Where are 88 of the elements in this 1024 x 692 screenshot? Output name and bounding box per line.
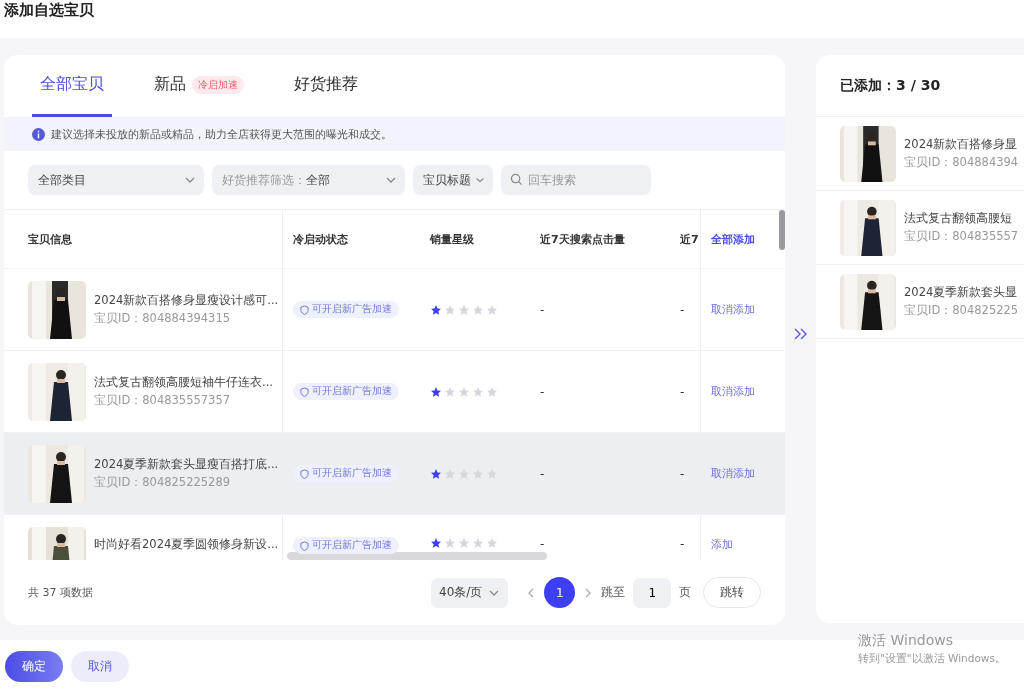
page-size-select[interactable]: 40条/页 xyxy=(431,577,509,608)
star-icon xyxy=(430,537,442,549)
shield-icon xyxy=(300,540,309,551)
status-tag: 可开启新广告加速 xyxy=(293,383,399,400)
table-cell: - xyxy=(680,537,685,551)
star-icon xyxy=(472,303,484,316)
star-icon xyxy=(458,385,470,398)
status-tag: 可开启新广告加速 xyxy=(293,537,399,554)
product-title: 时尚好看2024夏季圆领修身新设... xyxy=(94,537,279,552)
star-icon xyxy=(486,537,498,549)
star-icon xyxy=(444,303,456,316)
column-header: 近7 xyxy=(679,231,700,248)
tab[interactable]: 好货推荐 xyxy=(286,55,366,117)
star-icon xyxy=(430,467,442,480)
filter-select[interactable]: 全部类目 xyxy=(28,165,204,195)
double-chevron-icon[interactable] xyxy=(792,327,809,341)
star-icon xyxy=(444,385,456,398)
table-row[interactable]: 法式复古翻领高腰短袖牛仔连衣... 宝贝ID：804835557357 可开启新广告加速 - - 取消添加 xyxy=(4,351,786,433)
jump-label: 跳至 xyxy=(601,584,626,601)
add-all-link[interactable]: 全部添加 xyxy=(711,231,755,247)
column-header: 销量星级 xyxy=(428,231,475,248)
column-header: 冷启动状态 xyxy=(292,231,349,248)
shield-icon xyxy=(300,304,309,315)
product-id: 宝贝ID：804835557357 xyxy=(94,393,232,408)
product-id: 宝贝ID：804884394315 xyxy=(94,311,232,326)
product-id: 宝贝ID：804884394 xyxy=(904,155,1019,170)
add-link[interactable]: 取消添加 xyxy=(711,302,755,317)
confirm-button[interactable]: 确定 xyxy=(5,650,63,682)
product-title: 法式复古翻领高腰短 xyxy=(904,211,1014,226)
added-count-title: 已添加：3 / 30 xyxy=(840,76,941,95)
activation-title: 激活 Windows xyxy=(858,632,954,650)
star-icon xyxy=(444,467,456,480)
table-cell: - xyxy=(680,302,685,317)
status-tag: 可开启新广告加速 xyxy=(293,465,399,482)
star-icon xyxy=(458,537,470,549)
star-icon xyxy=(430,385,442,398)
column-header: 宝贝信息 xyxy=(4,210,283,268)
search-field[interactable]: 回车搜索 xyxy=(501,165,651,195)
star-icon xyxy=(486,303,498,316)
info-icon xyxy=(32,127,45,141)
table-cell: - xyxy=(680,466,685,481)
jump-button[interactable]: 跳转 xyxy=(703,577,762,608)
product-title: 法式复古翻领高腰短袖牛仔连衣... xyxy=(94,375,273,390)
tab-badge: 冷启加速 xyxy=(192,75,244,94)
star-icon xyxy=(458,303,470,316)
product-title: 2024夏季新款套头显 xyxy=(904,285,1019,300)
table-row[interactable]: 2024夏季新款套头显瘦百搭打底... 宝贝ID：804825225289 可开启新广告加速 - - 取消添加 xyxy=(4,433,786,515)
horizontal-scrollbar[interactable] xyxy=(287,552,547,560)
product-id: 宝贝ID：804825225289 xyxy=(94,475,232,490)
product-id: 宝贝ID：804835557 xyxy=(904,229,1019,244)
add-link[interactable]: 取消添加 xyxy=(711,466,755,481)
product-title: 2024新款百搭修身显 xyxy=(904,137,1019,152)
product-title: 2024新款百搭修身显瘦设计感可... xyxy=(94,293,279,308)
status-tag: 可开启新广告加速 xyxy=(293,301,399,318)
product-title: 2024夏季新款套头显瘦百搭打底... xyxy=(94,457,279,472)
cancel-button[interactable]: 取消 xyxy=(71,650,129,682)
star-icon xyxy=(472,537,484,549)
page-input[interactable]: 1 xyxy=(633,577,672,608)
star-icon xyxy=(486,467,498,480)
shield-icon xyxy=(300,386,309,397)
table-cell: - xyxy=(680,384,685,399)
star-icon xyxy=(472,385,484,398)
product-id: 宝贝ID：804825225 xyxy=(904,303,1019,318)
tab[interactable]: 新品 冷启加速 xyxy=(146,55,252,117)
filter-select[interactable]: 宝贝标题 xyxy=(413,165,493,195)
column-header: 近7天搜索点击量 xyxy=(539,231,626,248)
table-cell: - xyxy=(540,537,545,551)
notice-text: 建议选择未投放的新品或精品，助力全店获得更大范围的曝光和成交。 xyxy=(51,126,392,142)
star-icon xyxy=(458,467,470,480)
filter-select[interactable]: 好货推荐筛选：全部 xyxy=(212,165,405,195)
star-icon xyxy=(444,537,456,549)
page-unit: 页 xyxy=(679,584,692,601)
star-icon xyxy=(472,467,484,480)
table-cell: - xyxy=(540,466,545,481)
table-cell: - xyxy=(540,302,545,317)
star-icon xyxy=(486,385,498,398)
total-count: 共 37 项数据 xyxy=(28,585,94,600)
vertical-scrollbar[interactable] xyxy=(779,210,786,250)
table-cell: - xyxy=(540,384,545,399)
shield-icon xyxy=(300,468,309,479)
page-button[interactable]: 1 xyxy=(544,577,576,608)
activation-text: 转到"设置"以激活 Windows。 xyxy=(858,652,1006,666)
table-row[interactable]: 2024新款百搭修身显瘦设计感可... 宝贝ID：804884394315 可开启新广告加速 - - 取消添加 xyxy=(4,269,786,351)
window-title: 添加自选宝贝 xyxy=(4,0,94,20)
add-link[interactable]: 添加 xyxy=(711,537,733,552)
search-icon xyxy=(510,173,523,186)
add-link[interactable]: 取消添加 xyxy=(711,384,755,399)
star-icon xyxy=(430,303,442,316)
